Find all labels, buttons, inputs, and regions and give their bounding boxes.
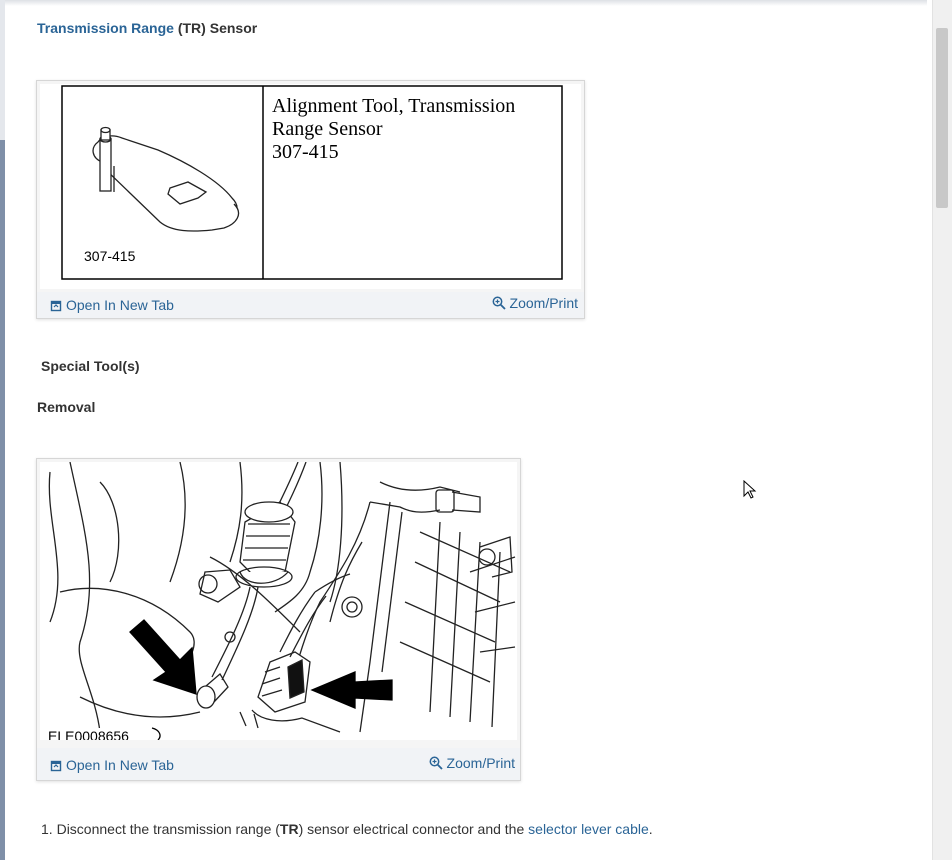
removal-illustration[interactable]: ELE0008656 [40,462,517,740]
arrow-pointing-connector [310,671,393,709]
selector-lever-cable-link[interactable]: selector lever cable [528,821,649,837]
special-tools-heading: Special Tool(s) [41,358,140,374]
zoom-icon [492,296,506,313]
open-in-new-tab-button[interactable]: Open In New Tab [50,757,174,775]
special-tool-image[interactable]: 307-415 Alignment Tool, Transmission Ran… [40,84,581,289]
alignment-tool-drawing [92,126,240,232]
zoom-icon [429,756,443,773]
title-link[interactable]: Transmission Range [37,20,174,36]
mouse-pointer-icon [743,479,757,505]
figure-toolbar: Open In New Tab Zoom/Print [37,748,520,780]
tool-number-label: 307-415 [84,248,136,264]
zoom-print-button[interactable]: Zoom/Print [492,295,578,313]
step-number: 1. [41,821,53,837]
figure-toolbar: Open In New Tab Zoom/Print [37,292,584,318]
page-title: Transmission Range (TR) Sensor [37,20,258,36]
title-abbr: TR [182,20,202,36]
external-window-icon [50,299,62,315]
external-window-icon [50,759,62,775]
zoom-print-button[interactable]: Zoom/Print [429,755,515,773]
image-code-label: ELE0008656 [48,728,129,740]
top-shadow [5,0,927,6]
removal-figure: ELE0008656 Open In New Tab Zoom/Print [36,458,521,781]
left-edge-strip [0,0,5,860]
tool-description: Alignment Tool, Transmission Range Senso… [272,95,516,163]
arrow-pointing-cable [129,619,197,695]
removal-heading: Removal [37,399,96,415]
special-tool-figure: 307-415 Alignment Tool, Transmission Ran… [36,80,585,319]
step-abbr: TR [279,821,299,837]
instruction-step: 1. Disconnect the transmission range (TR… [41,821,653,837]
scrollbar-thumb[interactable] [936,28,948,208]
open-in-new-tab-button[interactable]: Open In New Tab [50,297,174,315]
